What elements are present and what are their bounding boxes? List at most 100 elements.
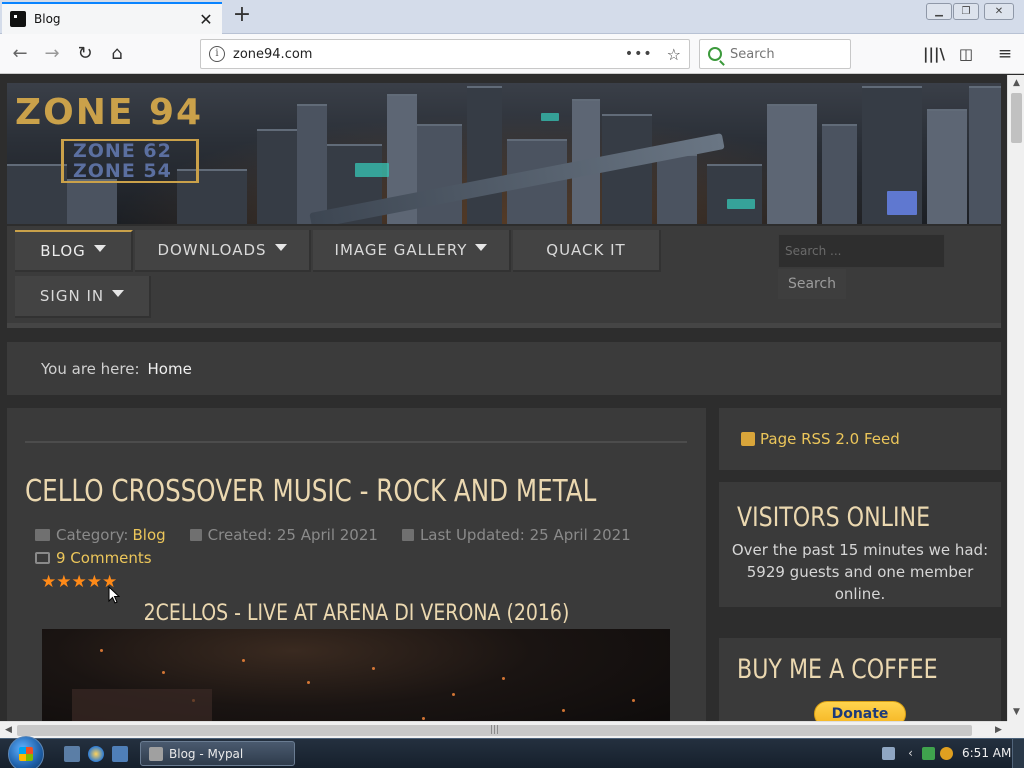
scroll-left-icon[interactable]: ◀ (0, 722, 17, 739)
menu-item-image-gallery[interactable]: IMAGE GALLERY (313, 230, 511, 272)
dropdown-caret-icon (274, 243, 287, 251)
visitors-text: Over the past 15 minutes we had: 5929 gu… (731, 541, 989, 603)
switch-windows-icon[interactable] (112, 746, 128, 762)
donate-button[interactable]: Donate (814, 701, 906, 721)
forward-icon[interactable]: → (38, 40, 66, 68)
horizontal-scrollbar[interactable]: ◀ ||| ▶ (0, 721, 1007, 738)
video-embed[interactable] (42, 629, 670, 721)
url-text[interactable]: zone94.com (233, 47, 625, 62)
rating-stars[interactable]: ★★★★★ (41, 572, 117, 592)
article-meta: Category: Blog Created: 25 April 2021 La… (35, 526, 631, 544)
breadcrumb: You are here: Home (7, 342, 1001, 395)
breadcrumb-home-link[interactable]: Home (148, 360, 192, 378)
navigation-toolbar: ← → ↻ ⌂ i zone94.com ••• ☆ |||\ ◫ ≡ (0, 34, 1024, 74)
vertical-scrollbar[interactable]: ▲ ▼ (1007, 75, 1024, 721)
browser-tab-blog[interactable]: Blog ✕ (2, 2, 222, 34)
library-icon[interactable]: |||\ (920, 40, 948, 68)
dropdown-caret-icon (93, 244, 106, 252)
created-date: Created: 25 April 2021 (207, 526, 378, 544)
dropdown-caret-icon (475, 243, 488, 251)
home-icon[interactable]: ⌂ (103, 40, 131, 68)
dropdown-caret-icon (112, 289, 125, 297)
menu-item-label: QUACK IT (546, 241, 626, 259)
scroll-corner (1007, 721, 1024, 738)
menu-item-label: BLOG (40, 242, 86, 260)
logo-sub-text-1: ZONE 62 (73, 140, 172, 162)
network-icon[interactable] (922, 747, 935, 760)
system-clock[interactable]: 6:51 AM (962, 746, 1011, 760)
site-logo[interactable]: ZONE 94 ZONE 62 ZONE 54 (15, 95, 255, 185)
calendar-icon (401, 529, 414, 541)
scroll-right-icon[interactable]: ▶ (990, 722, 1007, 739)
show-hidden-icons-icon[interactable]: ‹ (904, 747, 917, 760)
taskbar-window-mypal[interactable]: Blog - Mypal (140, 741, 295, 766)
mouse-cursor-icon (108, 586, 120, 604)
close-tab-icon[interactable]: ✕ (198, 10, 214, 29)
search-engine-icon (708, 47, 722, 61)
search-tray-icon[interactable] (940, 747, 953, 760)
menu-item-label: SIGN IN (39, 287, 105, 305)
menu-hamburger-icon[interactable]: ≡ (991, 40, 1019, 68)
site-header-banner: ZONE 94 ZONE 62 ZONE 54 (7, 83, 1001, 224)
buy-me-coffee-box: BUY ME A COFFEE Donate (719, 638, 1001, 721)
scroll-down-icon[interactable]: ▼ (1008, 704, 1024, 721)
browser-search-box[interactable] (699, 39, 851, 69)
comments-link[interactable]: 9 Comments (56, 549, 152, 567)
coffee-title: BUY ME A COFFEE (737, 654, 938, 685)
page-actions-icon[interactable]: ••• (625, 46, 653, 62)
page-viewport: ZONE 94 ZONE 62 ZONE 54 BLOG DOWNLOADS I… (0, 75, 1007, 721)
menu-item-quack-it[interactable]: QUACK IT (513, 230, 661, 272)
visitors-title: VISITORS ONLINE (737, 502, 931, 533)
mypal-icon (149, 746, 163, 761)
site-search-input[interactable] (778, 234, 945, 268)
visitors-online-box: VISITORS ONLINE Over the past 15 minutes… (719, 482, 1001, 607)
site-info-icon[interactable]: i (209, 46, 225, 62)
windows-taskbar: Blog - Mypal ‹ 6:51 AM (0, 736, 1024, 768)
folder-icon (35, 529, 50, 541)
menu-item-label: DOWNLOADS (157, 241, 267, 259)
tab-bar: Blog ✕ + ▁ ❐ ✕ (0, 0, 1024, 34)
keyboard-icon[interactable] (882, 747, 895, 760)
breadcrumb-label: You are here: (41, 359, 140, 378)
rss-icon (741, 432, 755, 446)
bookmark-star-icon[interactable]: ☆ (667, 45, 681, 64)
article-title[interactable]: CELLO CROSSOVER MUSIC - ROCK AND METAL (25, 474, 596, 509)
start-button[interactable] (8, 736, 44, 768)
rss-feed-link[interactable]: Page RSS 2.0 Feed (741, 430, 900, 448)
category-link[interactable]: Blog (132, 526, 165, 544)
maximize-window-icon[interactable]: ❐ (953, 3, 979, 20)
menu-item-sign-in[interactable]: SIGN IN (15, 276, 151, 318)
divider (25, 441, 687, 443)
reload-icon[interactable]: ↻ (71, 40, 99, 68)
scroll-up-icon[interactable]: ▲ (1008, 75, 1024, 92)
logo-main-text: ZONE 94 (15, 92, 204, 133)
article-comments: 9 Comments (35, 549, 152, 567)
category-label: Category: (56, 526, 129, 544)
close-window-icon[interactable]: ✕ (984, 3, 1014, 20)
site-main-menu: BLOG DOWNLOADS IMAGE GALLERY QUACK IT SI… (7, 226, 1001, 328)
minimize-window-icon[interactable]: ▁ (926, 3, 952, 20)
new-tab-icon[interactable]: + (230, 4, 254, 28)
url-bar[interactable]: i zone94.com ••• ☆ (200, 39, 690, 69)
windows-logo-icon (19, 747, 33, 761)
zone94-favicon-icon (10, 11, 26, 27)
sidebar-toggle-icon[interactable]: ◫ (952, 40, 980, 68)
back-icon[interactable]: ← (6, 40, 34, 68)
comment-icon (35, 552, 50, 564)
rss-feed-label: Page RSS 2.0 Feed (760, 430, 900, 448)
internet-explorer-icon[interactable] (88, 746, 104, 762)
show-desktop-button[interactable] (1012, 739, 1024, 768)
logo-sub-text-2: ZONE 54 (73, 160, 172, 182)
tab-title: Blog (34, 12, 61, 26)
menu-item-blog[interactable]: BLOG (15, 230, 133, 272)
menu-item-downloads[interactable]: DOWNLOADS (135, 230, 311, 272)
scroll-thumb[interactable] (1011, 93, 1022, 143)
video-title: 2CELLOS - LIVE AT ARENA DI VERONA (2016) (143, 601, 570, 626)
site-search-button[interactable]: Search (778, 269, 846, 299)
blog-article: CELLO CROSSOVER MUSIC - ROCK AND METAL C… (7, 408, 706, 721)
show-desktop-quicklaunch-icon[interactable] (64, 746, 80, 762)
calendar-icon (189, 529, 202, 541)
browser-search-input[interactable] (730, 46, 840, 62)
scroll-grip-icon: ||| (490, 725, 500, 735)
updated-date: Last Updated: 25 April 2021 (419, 526, 631, 544)
